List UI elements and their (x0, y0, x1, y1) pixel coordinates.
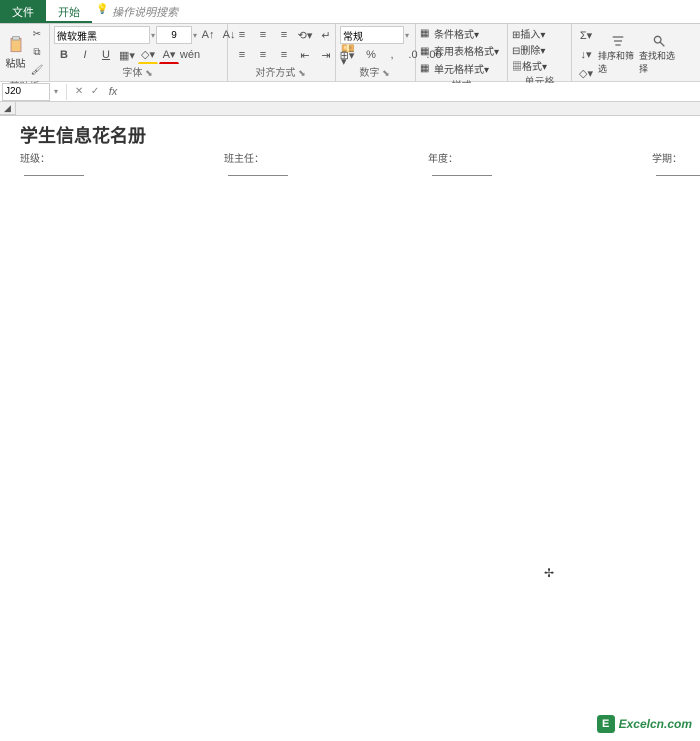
formula-input[interactable] (123, 83, 700, 101)
font-color-icon[interactable]: A▾ (159, 46, 179, 64)
align-middle-icon[interactable]: ≡ (253, 26, 273, 44)
ribbon-tabs: 文件 开始 操作说明搜索 (0, 0, 700, 24)
cell-cursor-icon: ✢ (544, 566, 554, 580)
format-cells-button[interactable]: ▦格式▾ (512, 58, 547, 73)
currency-icon[interactable]: 💴▾ (340, 46, 360, 64)
border-icon[interactable]: ▦▾ (117, 46, 137, 64)
conditional-format-button[interactable]: ▦条件格式▾ (420, 26, 479, 42)
align-left-icon[interactable]: ≡ (232, 46, 252, 64)
delete-cells-button[interactable]: ⊟删除▾ (512, 42, 545, 57)
wrap-text-icon[interactable]: ↵ (316, 26, 336, 44)
spreadsheet-grid[interactable]: ◢ 学生信息花名册 班级： 班主任： 年度： 学期： ✢ (0, 102, 700, 741)
watermark: E Excelcn.com (597, 715, 692, 733)
find-select-button[interactable]: 查找和选择 (639, 33, 678, 75)
fill-color-icon[interactable]: ◇▾ (138, 46, 158, 64)
meta-year: 年度： (428, 150, 492, 176)
search-help[interactable]: 操作说明搜索 (92, 0, 190, 23)
tab-file[interactable]: 文件 (0, 0, 46, 23)
alignment-group-label: 对齐方式 (255, 68, 295, 79)
font-group-label: 字体 (122, 68, 142, 79)
align-top-icon[interactable]: ≡ (232, 26, 252, 44)
font-size-select[interactable] (156, 26, 192, 44)
paste-label: 粘贴 (6, 55, 26, 70)
italic-icon[interactable]: I (75, 46, 95, 64)
alignment-launcher-icon[interactable]: ⬊ (298, 68, 308, 78)
align-right-icon[interactable]: ≡ (274, 46, 294, 64)
autosum-icon[interactable]: Σ▾ (576, 26, 596, 44)
clear-icon[interactable]: ◇▾ (576, 64, 596, 82)
insert-cells-button[interactable]: ⊞插入▾ (512, 26, 545, 41)
underline-icon[interactable]: U (96, 46, 116, 64)
align-center-icon[interactable]: ≡ (253, 46, 273, 64)
comma-icon[interactable]: , (382, 46, 402, 64)
orientation-icon[interactable]: ⟲▾ (295, 26, 315, 44)
paste-button[interactable]: 粘贴 (4, 31, 27, 73)
enter-formula-icon[interactable]: ✓ (87, 84, 103, 100)
number-group-label: 数字 (359, 68, 379, 79)
increase-font-icon[interactable]: A↑ (198, 26, 218, 44)
format-as-table-button[interactable]: ▦套用表格格式▾ (420, 43, 499, 59)
bold-icon[interactable]: B (54, 46, 74, 64)
fill-icon[interactable]: ↓▾ (576, 45, 596, 63)
font-name-select[interactable] (54, 26, 150, 44)
ribbon: 粘贴 ✂ ⧉ 🖌 剪贴板 ⬊ ▾ ▾ A↑ A↓ B (0, 24, 700, 82)
cancel-formula-icon[interactable]: ✕ (71, 84, 87, 100)
meta-term: 学期： (652, 150, 700, 176)
watermark-badge-icon: E (597, 715, 615, 733)
sort-filter-button[interactable]: 排序和筛选 (598, 33, 637, 75)
number-launcher-icon[interactable]: ⬊ (382, 68, 392, 78)
fx-icon[interactable]: fx (103, 86, 123, 98)
indent-decrease-icon[interactable]: ⇤ (295, 46, 315, 64)
tab-开始[interactable]: 开始 (46, 0, 92, 23)
align-bottom-icon[interactable]: ≡ (274, 26, 294, 44)
meta-teacher: 班主任： (224, 150, 288, 176)
indent-increase-icon[interactable]: ⇥ (316, 46, 336, 64)
cell-styles-button[interactable]: ▦单元格样式▾ (420, 61, 489, 77)
formula-bar: ▾ ✕ ✓ fx (0, 82, 700, 102)
format-painter-icon[interactable]: 🖌 (29, 62, 45, 78)
meta-class: 班级： (20, 150, 84, 176)
percent-icon[interactable]: % (361, 46, 381, 64)
phonetic-icon[interactable]: wén (180, 46, 200, 64)
watermark-text: Excelcn.com (619, 717, 692, 731)
font-launcher-icon[interactable]: ⬊ (145, 68, 155, 78)
name-box[interactable] (2, 83, 50, 101)
copy-icon[interactable]: ⧉ (29, 44, 45, 60)
sheet-title: 学生信息花名册 (0, 116, 700, 154)
cut-icon[interactable]: ✂ (29, 26, 45, 42)
select-all-corner[interactable]: ◢ (0, 102, 16, 115)
